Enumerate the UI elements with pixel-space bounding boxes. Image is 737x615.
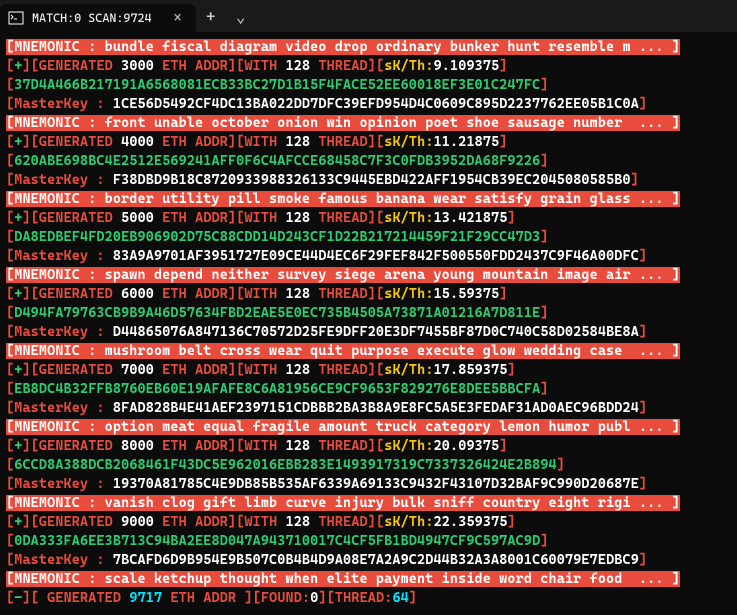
tab-close-button[interactable]: × xyxy=(170,10,186,26)
generated-line: [+][GENERATED 3000 ETH ADDR][WITH 128 TH… xyxy=(6,57,731,76)
terminal-icon xyxy=(8,10,24,26)
mnemonic-line: [MNEMONIC : bundle fiscal diagram video … xyxy=(6,38,731,57)
titlebar: MATCH:0 SCAN:9724 × + ⌄ xyxy=(0,0,737,32)
new-tab-button[interactable]: + xyxy=(196,0,226,32)
mnemonic-line: [MNEMONIC : option meat equal fragile am… xyxy=(6,418,731,437)
mnemonic-line: [MNEMONIC : spawn depend neither survey … xyxy=(6,266,731,285)
tab-title: MATCH:0 SCAN:9724 xyxy=(32,11,152,25)
summary-line: [-][ GENERATED 9717 ETH ADDR ][FOUND:0][… xyxy=(6,589,731,608)
masterkey-line: [MasterKey : F38DBD9B18C8720933988326133… xyxy=(6,171,731,190)
derived-line: [DA8EDBEF4FD20EB906902D75C88CDD14D243CF1… xyxy=(6,228,731,247)
derived-line: [620ABE698BC4E2512E569241AFF0F6C4AFCCE68… xyxy=(6,152,731,171)
generated-line: [+][GENERATED 4000 ETH ADDR][WITH 128 TH… xyxy=(6,133,731,152)
masterkey-line: [MasterKey : 19370A81785C4E9DB85B535AF63… xyxy=(6,475,731,494)
derived-line: [EB8DC4B32FFB8760EB60E19AFAFE8C6A81956CE… xyxy=(6,380,731,399)
masterkey-line: [MasterKey : D44865076A847136C70572D25FE… xyxy=(6,323,731,342)
generated-line: [+][GENERATED 6000 ETH ADDR][WITH 128 TH… xyxy=(6,285,731,304)
mnemonic-line: [MNEMONIC : scale ketchup thought when e… xyxy=(6,570,731,589)
masterkey-line: [MasterKey : 83A9A9701AF3951727E09CE44D4… xyxy=(6,247,731,266)
derived-line: [6CCD8A388DCB2068461F43DC5E962016EBB283E… xyxy=(6,456,731,475)
masterkey-line: [MasterKey : 1CE56D5492CF4DC13BA022DD7DF… xyxy=(6,95,731,114)
tab-dropdown-button[interactable]: ⌄ xyxy=(226,0,256,32)
mnemonic-line: [MNEMONIC : mushroom belt cross wear qui… xyxy=(6,342,731,361)
terminal-output: [MNEMONIC : bundle fiscal diagram video … xyxy=(0,32,737,614)
derived-line: [0DA333FA6EE3B713C94BA2EE8D047A943710017… xyxy=(6,532,731,551)
mnemonic-line: [MNEMONIC : front unable october onion w… xyxy=(6,114,731,133)
derived-line: [D494FA79763CB9B9A46D57634FBD2EAE5E0EC73… xyxy=(6,304,731,323)
masterkey-line: [MasterKey : 8FAD828B4E41AEF2397151CDBBB… xyxy=(6,399,731,418)
generated-line: [+][GENERATED 8000 ETH ADDR][WITH 128 TH… xyxy=(6,437,731,456)
tab-active[interactable]: MATCH:0 SCAN:9724 × xyxy=(0,4,196,32)
generated-line: [+][GENERATED 7000 ETH ADDR][WITH 128 TH… xyxy=(6,361,731,380)
generated-line: [+][GENERATED 9000 ETH ADDR][WITH 128 TH… xyxy=(6,513,731,532)
derived-line: [37D4A466B217191A6568081ECB33BC27D1B15F4… xyxy=(6,76,731,95)
mnemonic-line: [MNEMONIC : vanish clog gift limb curve … xyxy=(6,494,731,513)
masterkey-line: [MasterKey : 7BCAFD6D9B954E9B507C0B4B4D9… xyxy=(6,551,731,570)
generated-line: [+][GENERATED 5000 ETH ADDR][WITH 128 TH… xyxy=(6,209,731,228)
mnemonic-line: [MNEMONIC : border utility pill smoke fa… xyxy=(6,190,731,209)
